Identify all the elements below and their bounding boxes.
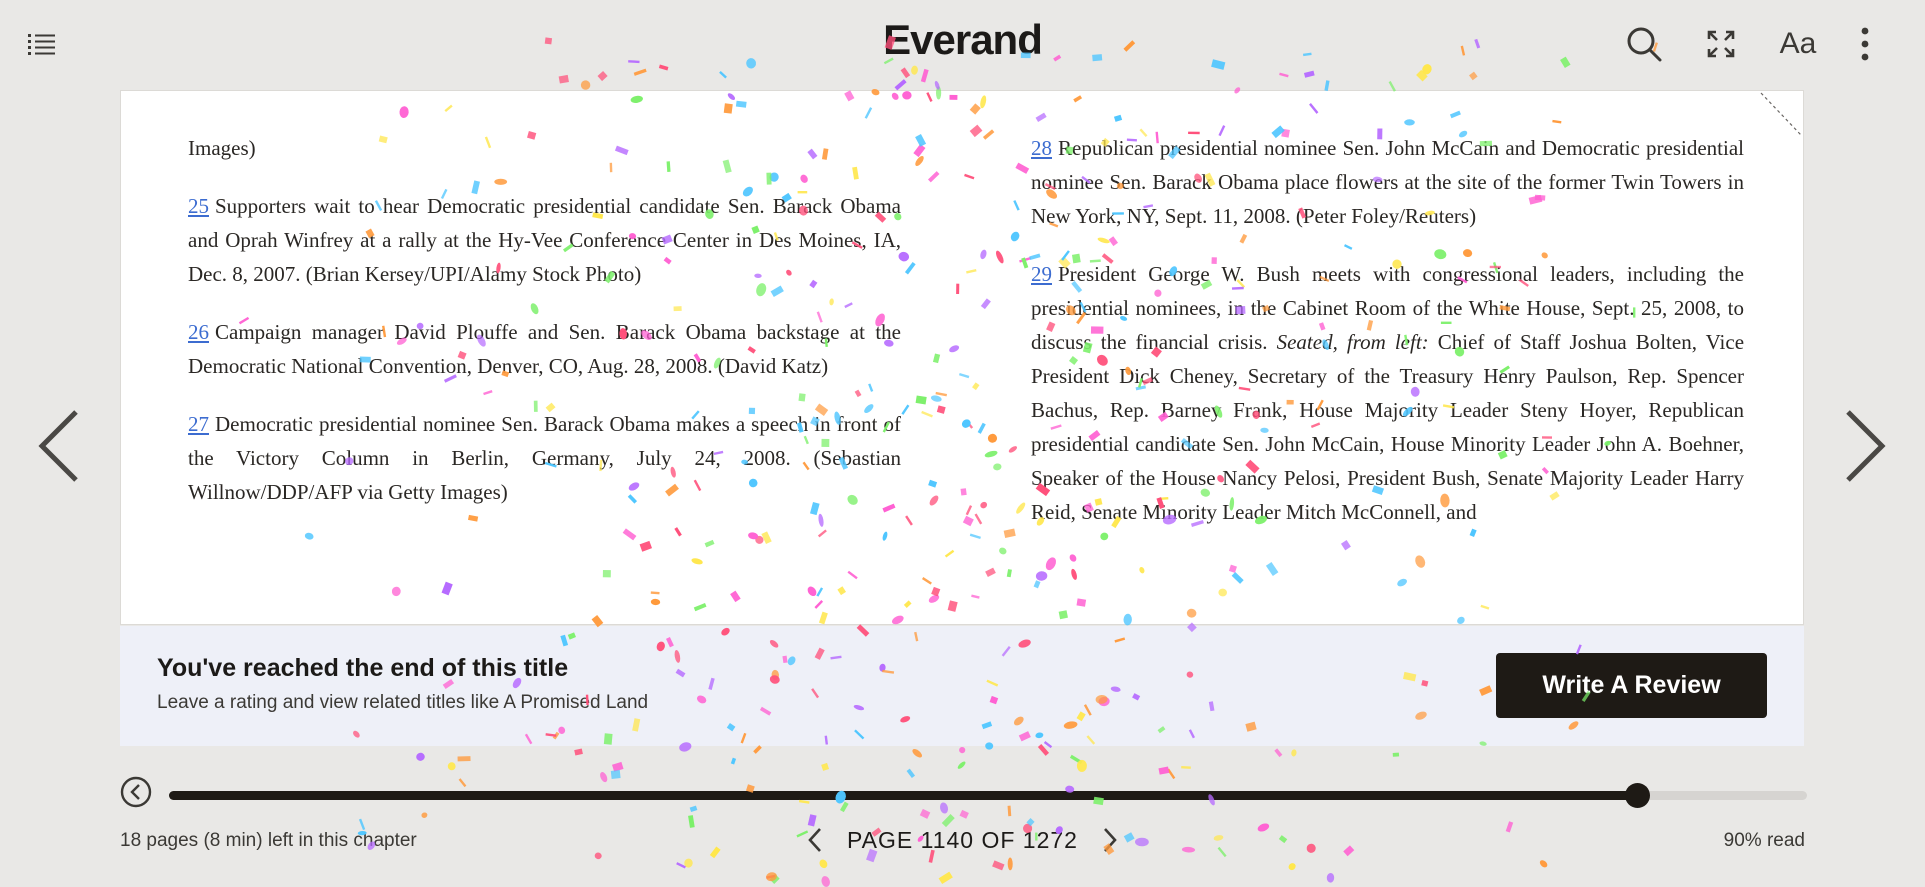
confetti-piece [1274, 748, 1283, 758]
end-title-subtitle: Leave a rating and view related titles l… [157, 692, 649, 713]
write-review-button[interactable]: Write A Review [1496, 653, 1767, 718]
confetti-piece [1539, 860, 1548, 868]
confetti-piece [957, 761, 966, 769]
page-number-label: PAGE 1140 OF 1272 [847, 826, 1078, 853]
confetti-piece [574, 748, 583, 756]
confetti-piece [766, 872, 777, 882]
back-circle-icon [120, 776, 152, 808]
confetti-piece [753, 745, 762, 754]
reading-progress-slider[interactable] [169, 783, 1807, 808]
caption-text: Democratic presidential nominee Sen. Bar… [188, 412, 901, 504]
confetti-piece [600, 772, 608, 783]
confetti-piece [458, 778, 467, 788]
footnote-link[interactable]: 26 [188, 320, 209, 344]
percent-read-text: 90% read [1723, 830, 1805, 851]
confetti-piece [684, 858, 693, 868]
caption-paragraph: Images) [188, 131, 901, 165]
confetti-piece [1069, 754, 1083, 765]
confetti-piece [912, 749, 922, 758]
confetti-piece [938, 871, 953, 885]
confetti-piece [939, 802, 949, 814]
caption-italic-text: Seated, from left: [1276, 330, 1429, 354]
caption-paragraph: 25 Supporters wait to hear Democratic pre… [188, 189, 901, 291]
confetti-piece [421, 812, 428, 818]
search-button[interactable] [1624, 24, 1664, 64]
confetti-piece [1181, 765, 1191, 769]
next-page-button[interactable] [1840, 408, 1888, 484]
confetti-piece [807, 814, 817, 827]
confetti-piece [992, 860, 1005, 871]
confetti-piece [1026, 817, 1035, 827]
footnote-link[interactable]: 25 [188, 194, 209, 218]
confetti-piece [769, 874, 780, 884]
confetti-piece [1288, 863, 1296, 871]
chevron-right-icon[interactable] [1100, 826, 1120, 854]
confetti-piece [821, 876, 830, 887]
reading-progress-handle[interactable] [1624, 783, 1650, 808]
confetti-piece [1291, 749, 1297, 757]
confetti-piece [416, 752, 425, 761]
caption-paragraph: 26 Campaign manager David Plouffe and Sen… [188, 315, 901, 383]
confetti-piece [839, 801, 849, 813]
search-icon [1627, 27, 1662, 62]
expand-icon [1707, 30, 1735, 58]
caption-text: Images) [188, 136, 256, 160]
caption-text: Supporters wait to hear Democratic presi… [188, 194, 901, 286]
caption-paragraph: 28 Republican presidential nominee Sen. J… [1031, 131, 1744, 233]
font-settings-button[interactable]: Aa [1778, 24, 1818, 64]
confetti-piece [766, 874, 776, 879]
confetti-piece [1167, 768, 1176, 780]
page-indicator: PAGE 1140 OF 1272 [0, 826, 1925, 854]
right-column: 28 Republican presidential nominee Sen. J… [1031, 131, 1744, 553]
confetti-piece [959, 746, 966, 754]
confetti-piece [1076, 759, 1087, 772]
confetti-piece [730, 757, 737, 765]
back-to-location-button[interactable] [120, 776, 152, 808]
confetti-piece [457, 756, 471, 762]
book-page: Images) 25 Supporters wait to hear Democr… [120, 90, 1804, 625]
confetti-piece [447, 762, 456, 771]
confetti-piece [676, 862, 686, 869]
confetti-piece [798, 799, 810, 804]
confetti-piece [819, 859, 828, 869]
more-vertical-icon [1861, 27, 1869, 61]
footnote-link[interactable]: 27 [188, 412, 209, 436]
end-title-heading: You've reached the end of this title [157, 654, 569, 682]
left-column: Images) 25 Supporters wait to hear Democr… [188, 131, 901, 533]
confetti-piece [919, 808, 931, 819]
confetti-piece [610, 770, 621, 779]
confetti-piece [689, 805, 698, 813]
reading-progress-fill [169, 791, 1637, 800]
top-bar: Everand Aa [0, 0, 1925, 88]
confetti-piece [1007, 805, 1012, 817]
caption-paragraph: 27 Democratic presidential nominee Sen. B… [188, 407, 901, 509]
caption-paragraph: 29 President George W. Bush meets with co… [1031, 257, 1744, 529]
confetti-piece [1326, 873, 1335, 883]
confetti-piece [959, 809, 969, 819]
chevron-left-icon[interactable] [805, 826, 825, 854]
fullscreen-button[interactable] [1701, 24, 1741, 64]
caption-text: Chief of Staff Joshua Bolten, Vice Presi… [1031, 330, 1745, 524]
chevron-right-icon [1846, 410, 1886, 482]
chevron-left-icon [38, 410, 78, 482]
confetti-piece [1007, 857, 1013, 871]
confetti-piece [821, 762, 830, 771]
confetti-piece [1158, 766, 1170, 775]
page-fold-corner [1760, 92, 1802, 136]
confetti-piece [1392, 752, 1400, 757]
footnote-link[interactable]: 29 [1031, 262, 1052, 286]
caption-text: Campaign manager David Plouffe and Sen. … [188, 320, 901, 378]
end-of-title-banner: You've reached the end of this title Lea… [120, 626, 1804, 746]
more-options-button[interactable] [1845, 24, 1885, 64]
footnote-link[interactable]: 28 [1031, 136, 1052, 160]
confetti-piece [906, 768, 916, 779]
caption-text: Republican presidential nominee Sen. Joh… [1031, 136, 1744, 228]
confetti-piece [612, 761, 624, 772]
previous-page-button[interactable] [36, 408, 84, 484]
